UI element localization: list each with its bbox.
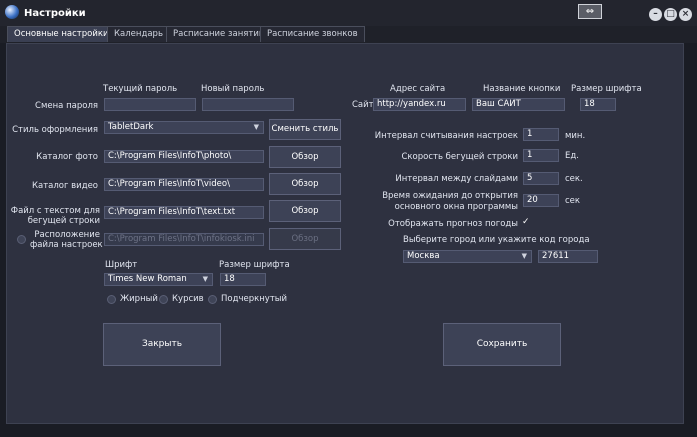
text-file-label-line2: бегущей строки xyxy=(27,216,100,226)
style-value: TabletDark xyxy=(108,122,154,132)
ticker-speed-unit: Ед. xyxy=(565,151,579,161)
ticker-speed-input[interactable]: 1 xyxy=(523,149,559,162)
font-select[interactable]: Times New Roman ▼ xyxy=(104,273,213,286)
site-font-size-header: Размер шрифта xyxy=(571,84,642,94)
site-address-input[interactable]: http://yandex.ru xyxy=(373,98,466,111)
photo-dir-input[interactable]: C:\Program Files\InfoT\photo\ xyxy=(104,150,264,163)
photo-dir-label: Каталог фото xyxy=(36,152,98,162)
settings-file-label-line1: Расположение xyxy=(34,230,100,240)
settings-file-browse-button[interactable]: Обзор xyxy=(269,228,341,250)
new-password-header: Новый пароль xyxy=(201,84,265,94)
video-dir-label: Каталог видео xyxy=(31,181,98,191)
save-button[interactable]: Сохранить xyxy=(443,323,561,366)
window-title: Настройки xyxy=(24,8,86,19)
read-interval-label: Интервал считывания настроек xyxy=(374,131,518,141)
new-password-input[interactable] xyxy=(202,98,294,111)
wait-time-label-line1: Время ожидания до открытия xyxy=(382,191,518,201)
wait-time-unit: сек xyxy=(565,196,581,206)
read-interval-input[interactable]: 1 xyxy=(523,128,559,141)
video-dir-input[interactable]: C:\Program Files\InfoT\video\ xyxy=(104,178,264,191)
site-address-header: Адрес сайта xyxy=(390,84,446,94)
font-size-input[interactable]: 18 xyxy=(220,273,266,286)
button-name-input[interactable]: Ваш САЙТ xyxy=(472,98,565,111)
text-file-input[interactable]: C:\Program Files\InfoT\text.txt xyxy=(104,206,264,219)
style-label: Стиль оформления xyxy=(12,125,98,135)
button-name-header: Название кнопки xyxy=(483,84,561,94)
current-password-input[interactable] xyxy=(104,98,196,111)
bold-checkbox[interactable] xyxy=(107,295,116,304)
settings-file-label-line2: файла настроек xyxy=(30,240,103,250)
font-size-label: Размер шрифта xyxy=(219,260,290,270)
underline-checkbox[interactable] xyxy=(208,295,217,304)
wait-time-input[interactable]: 20 xyxy=(523,194,559,207)
city-value: Москва xyxy=(407,251,440,261)
app-globe-icon xyxy=(5,5,19,19)
weather-forecast-label: Отображать прогноз погоды xyxy=(388,219,518,229)
slides-interval-label: Интервал между слайдами xyxy=(395,174,518,184)
read-interval-unit: мин. xyxy=(565,131,586,141)
font-label: Шрифт xyxy=(105,260,138,270)
close-button[interactable]: Закрыть xyxy=(103,323,221,366)
checkmark-icon[interactable]: ✓ xyxy=(522,217,530,227)
tab-calendar[interactable]: Календарь xyxy=(107,26,170,42)
tab-main-settings[interactable]: Основные настройки xyxy=(7,26,116,42)
city-code-input[interactable]: 27611 xyxy=(538,250,598,263)
wait-time-label-line2: основного окна программы xyxy=(394,202,518,212)
ticker-speed-label: Скорость бегущей строки xyxy=(401,152,518,162)
settings-file-input[interactable]: C:\Program Files\InfoT\infokiosk.ini xyxy=(104,233,264,246)
close-window-button[interactable]: × xyxy=(679,8,692,21)
tab-class-schedule[interactable]: Расписание занятий xyxy=(166,26,272,42)
site-font-size-input[interactable]: 18 xyxy=(580,98,616,111)
current-password-header: Текущий пароль xyxy=(103,84,178,94)
city-select[interactable]: Москва ▼ xyxy=(403,250,532,263)
chevron-down-icon: ▼ xyxy=(521,252,527,260)
bold-label: Жирный xyxy=(120,294,158,304)
font-value: Times New Roman xyxy=(108,274,187,284)
slides-interval-input[interactable]: 5 xyxy=(523,172,559,185)
underline-label: Подчеркнутый xyxy=(221,294,288,304)
italic-label: Курсив xyxy=(172,294,204,304)
style-select[interactable]: TabletDark ▼ xyxy=(104,121,264,134)
password-label: Смена пароля xyxy=(35,101,98,111)
maximize-button[interactable]: □ xyxy=(664,8,677,21)
text-file-label-line1: Файл с текстом для xyxy=(10,206,100,216)
tab-bell-schedule[interactable]: Расписание звонков xyxy=(260,26,365,42)
slides-interval-unit: сек. xyxy=(565,174,583,184)
city-label: Выберите город или укажите код города xyxy=(403,235,590,245)
chevron-down-icon: ▼ xyxy=(202,275,208,283)
italic-checkbox[interactable] xyxy=(159,295,168,304)
chevron-down-icon: ▼ xyxy=(253,123,259,131)
site-label: Сайт xyxy=(352,100,374,110)
minimize-button[interactable]: – xyxy=(649,8,662,21)
settings-file-checkbox[interactable] xyxy=(17,235,26,244)
restore-size-button[interactable]: ⇔ xyxy=(578,4,602,19)
